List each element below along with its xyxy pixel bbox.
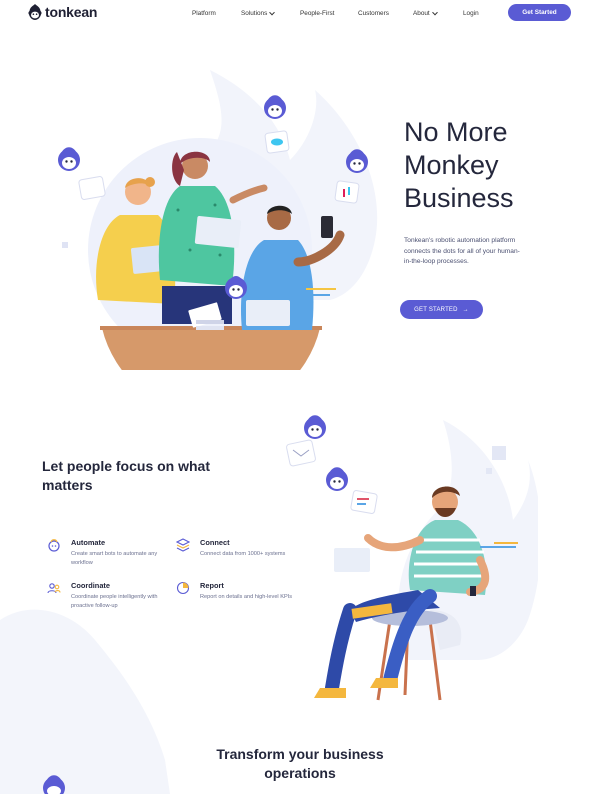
nav-label: People-First (300, 10, 335, 17)
automate-icon (48, 539, 60, 552)
arrow-right-icon: → (462, 306, 469, 313)
nav-login[interactable]: Login (463, 10, 479, 17)
hero-illustration (58, 95, 368, 370)
brand-name: tonkean (45, 4, 98, 20)
feature-description: Create smart bots to automate any workfl… (71, 551, 158, 567)
bottom-background-flame (0, 609, 170, 794)
nav-label: Solutions (241, 10, 268, 17)
nav-label: About (413, 10, 430, 17)
nav-label: Platform (192, 10, 216, 17)
hero-title-line: No More (404, 117, 508, 147)
feature-title: Automate (71, 538, 106, 547)
nav-customers[interactable]: Customers (358, 10, 389, 17)
nav-label: Login (463, 10, 479, 17)
chevron-down-icon (269, 9, 276, 15)
get-started-button[interactable]: Get Started (508, 4, 571, 21)
logo[interactable]: tonkean (28, 4, 97, 20)
hero-description: Tonkean's robotic automation platform co… (404, 237, 520, 265)
feature-description: Coordinate people intelligently with pro… (71, 594, 158, 610)
nav-about[interactable]: About (413, 9, 438, 17)
nav-solutions[interactable]: Solutions (241, 9, 276, 17)
feature-title: Coordinate (71, 581, 111, 590)
tonkean-logo-icon (28, 4, 42, 20)
monkey-mascot-icon (43, 775, 65, 794)
hero-title: No More Monkey Business (404, 116, 514, 215)
nav-people-first[interactable]: People-First (300, 10, 334, 17)
transform-title: Transform your business operations (216, 746, 384, 781)
feature-description: Connect data from 1000+ systems (200, 551, 286, 557)
site-header: tonkean Platform Solutions People-First … (0, 0, 600, 26)
coordinate-icon (47, 583, 61, 594)
focus-illustration (286, 415, 518, 701)
nav-platform[interactable]: Platform (192, 10, 216, 17)
focus-title: Let people focus on what matters (42, 458, 211, 493)
hero-cta-label: GET STARTED (414, 306, 458, 313)
hero-title-line: Monkey (404, 150, 499, 180)
feature-description: Report on details and high-level KPIs (200, 594, 293, 600)
nav-label: Customers (358, 10, 389, 17)
feature-title: Connect (200, 538, 230, 547)
hero-title-line: Business (404, 183, 514, 213)
hero-get-started-button[interactable]: GET STARTED → (400, 300, 483, 319)
report-icon (176, 581, 190, 595)
feature-title: Report (200, 581, 224, 590)
chevron-down-icon (431, 9, 438, 15)
connect-icon (176, 538, 190, 552)
